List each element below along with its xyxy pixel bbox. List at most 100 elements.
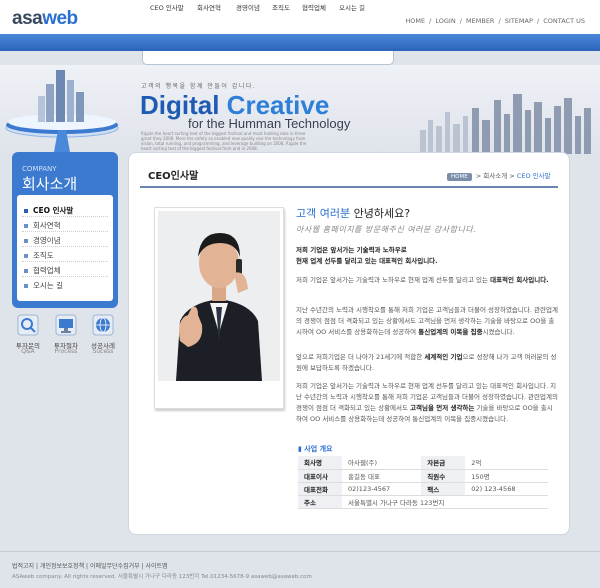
greeting-script: 아사웹 홈페이지를 방문해주신 여러분 감사합니다. — [296, 225, 477, 234]
nav-community[interactable]: 커뮤니티 — [494, 3, 525, 15]
sidebar-item-history[interactable]: 회사연혁 — [24, 220, 61, 231]
table-row: 회사명 아사웹(주) 자본금 2억 — [298, 456, 548, 470]
sidebar-item-label: 협력업체 — [33, 266, 61, 275]
building-pedestal-image — [5, 70, 119, 152]
paragraph-lead: 저희 기업은 앞서가는 기술력과 노하우로현재 업계 선두를 달리고 있는 대표… — [296, 245, 558, 267]
footer-link-email[interactable]: 이메일무단수집거부 — [90, 563, 140, 570]
divider — [22, 246, 108, 247]
paragraph-text: 저희 기업은 앞서가는 기술력과 노하우로 현재 업계 선두를 달리고 있는 — [296, 276, 491, 284]
main-nav — [0, 34, 600, 51]
bullet-icon — [24, 254, 28, 258]
paragraph-3: 지난 수년간의 노력과 시행착오를 통해 저희 기업은 고객님들과 더불어 성장… — [296, 305, 558, 338]
paragraph-emphasis: 통신업계의 이목을 집중 — [418, 328, 483, 336]
sidebar-item-location[interactable]: 오시는 길 — [24, 280, 63, 291]
subnav-philosophy[interactable]: 경영이념 — [236, 2, 260, 12]
table-row: 대표이사 홍길동 대표 직원수 150명 — [298, 469, 548, 483]
table-row: 대표전화 02)123-4567 팩스 02) 123-4568 — [298, 482, 548, 496]
title-divider — [140, 186, 558, 188]
paragraph-5: 저희 기업은 앞서가는 기술력과 노하우로 현재 업계 선두를 달리고 있는 대… — [296, 381, 558, 425]
table-cell: 02) 123-4568 — [465, 482, 548, 496]
logo-text-a: asa — [12, 8, 43, 29]
footer-links: 법적고지 | 개인정보보호정책 | 이메일무단수집거부 | 사이트맵 — [12, 561, 168, 570]
bullet-icon — [24, 209, 28, 213]
quick-label-inquiry-en: Q&A — [21, 348, 35, 355]
globe-icon[interactable] — [92, 314, 114, 336]
footer-link-legal[interactable]: 법적고지 — [12, 563, 34, 570]
sidebar-item-org[interactable]: 조직도 — [24, 250, 54, 261]
sidebar-item-partners[interactable]: 협력업체 — [24, 265, 61, 276]
sidebar-item-label: 경영이념 — [33, 236, 61, 245]
util-sep: / — [457, 17, 465, 25]
paragraph-4: 앞으로 저희기업은 더 나아가 21세기에 적합한 세계적인 기업으로 성장해 … — [296, 352, 558, 374]
breadcrumb-sep: > — [473, 172, 484, 180]
bullet-icon — [24, 239, 28, 243]
utility-nav: HOME / LOGIN / MEMBER / SITEMAP / CONTAC… — [404, 17, 586, 25]
bullet-icon — [24, 284, 28, 288]
search-icon[interactable] — [17, 314, 39, 336]
quick-label-success-en: Sucess — [92, 348, 114, 355]
breadcrumb-parent[interactable]: 회사소개 — [483, 172, 507, 180]
business-overview-table: 회사명 아사웹(주) 자본금 2억 대표이사 홍길동 대표 직원수 150명 대표전화 02)… — [298, 456, 548, 509]
city-skyline-image — [420, 94, 591, 154]
lead-line-1: 저희 기업은 앞서가는 기술력과 노하우로 — [296, 246, 407, 254]
hero-tagline: 고객의 행복을 함께 만들어 갑니다. — [141, 83, 257, 90]
util-sep: / — [427, 17, 434, 25]
table-cell: 아사웹(주) — [342, 456, 422, 470]
quick-label-process-en: Process — [54, 348, 78, 355]
divider — [22, 261, 108, 262]
lead-line-2: 현재 업계 선두를 달리고 있는 대표적인 회사입니다. — [296, 257, 438, 265]
util-home[interactable]: HOME — [405, 17, 425, 25]
table-header-cell: 주소 — [298, 495, 342, 509]
nav-careers[interactable]: 채용정보 — [414, 3, 445, 15]
divider — [22, 231, 108, 232]
util-sep: / — [496, 17, 503, 25]
footer-link-sitemap[interactable]: 사이트맵 — [145, 563, 167, 570]
footer-link-privacy[interactable]: 개인정보보호정책 — [40, 563, 84, 570]
paragraph-text: 앞으로 저희기업은 더 나아가 21세기에 적합한 — [296, 353, 425, 361]
util-login[interactable]: LOGIN — [435, 17, 455, 25]
table-cell: 150명 — [465, 469, 548, 483]
divider — [22, 216, 108, 217]
sidebar-title-en: COMPANY — [22, 165, 57, 173]
table-cell: 서울특별시 가나구 다라동 123번지 — [342, 495, 548, 509]
breadcrumb-home[interactable]: HOME — [447, 173, 472, 181]
table-header-cell: 자본금 — [421, 456, 466, 470]
table-cell: 02)123-4567 — [342, 482, 422, 496]
util-sitemap[interactable]: SITEMAP — [505, 17, 533, 25]
greeting-heading: 고객 여러분 안녕하세요? — [296, 205, 410, 221]
paragraph-emphasis: 대표적인 회사입니다. — [490, 276, 549, 284]
util-contact[interactable]: CONTACT US — [543, 17, 585, 25]
subnav-partners[interactable]: 협력업체 — [302, 2, 326, 12]
bullet-icon — [24, 269, 28, 273]
table-header-cell: 직원수 — [421, 469, 466, 483]
sidebar-item-label: CEO 인사말 — [33, 206, 74, 215]
paragraph-2: 저희 기업은 앞서가는 기술력과 노하우로 현재 업계 선두를 달리고 있는 대… — [296, 275, 558, 286]
monitor-icon[interactable] — [55, 314, 77, 336]
paragraph-text: 시켰습니다. — [482, 328, 515, 336]
sidebar-item-philosophy[interactable]: 경영이념 — [24, 235, 61, 246]
subnav-location[interactable]: 오시는 길 — [339, 2, 365, 12]
table-cell: 2억 — [465, 456, 548, 470]
sub-nav — [142, 51, 394, 65]
greeting-rest: 안녕하세요? — [350, 207, 411, 220]
sidebar-title: 회사소개 — [22, 175, 78, 193]
ceo-photo — [158, 211, 280, 381]
breadcrumb-sep: > — [507, 172, 517, 180]
table-header-cell: 대표전화 — [298, 482, 342, 496]
sidebar-item-ceo[interactable]: CEO 인사말 — [24, 205, 73, 216]
sidebar-item-label: 조직도 — [33, 251, 54, 260]
logo[interactable]: asaweb — [12, 8, 78, 30]
subnav-history[interactable]: 회사연혁 — [197, 2, 221, 12]
page-title: CEO인사말 — [148, 171, 199, 182]
util-sep: / — [534, 17, 542, 25]
util-member[interactable]: MEMBER — [466, 17, 494, 25]
subnav-ceo[interactable]: CEO 인사말 — [150, 2, 184, 12]
business-heading-label: 사업 개요 — [304, 445, 333, 453]
breadcrumb: HOME > 회사소개 > CEO 인사말 — [447, 170, 551, 181]
sidebar-item-label: 회사연혁 — [33, 221, 61, 230]
table-header-cell: 대표이사 — [298, 469, 342, 483]
table-header-cell: 회사명 — [298, 456, 342, 470]
breadcrumb-current: CEO 인사말 — [516, 172, 551, 180]
subnav-org[interactable]: 조직도 — [272, 2, 290, 12]
footer-divider — [0, 551, 600, 552]
